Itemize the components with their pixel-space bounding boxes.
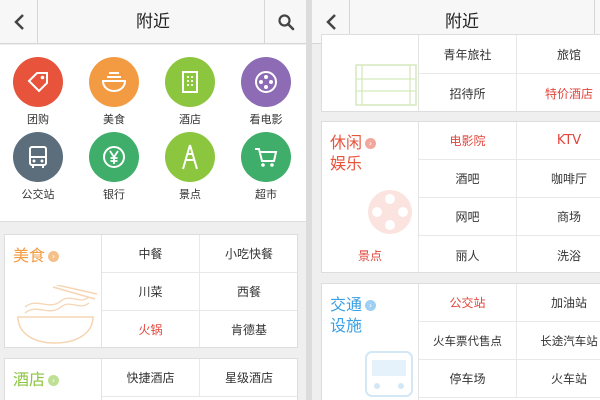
transport-item-gas-station[interactable]: 加油站 (517, 284, 600, 322)
category-label: 美食 (103, 113, 125, 126)
bus-icon (13, 132, 63, 182)
chevron-right-icon: › (365, 300, 377, 311)
section-title-text: 美食 (13, 246, 46, 265)
tag-icon (13, 57, 63, 107)
transport-item-coach-station[interactable]: 长途汽车站 (517, 322, 600, 360)
category-label: 银行 (103, 188, 125, 201)
transport-header[interactable]: 交通 › 设施 (322, 284, 419, 400)
bed-icon (355, 64, 417, 106)
category-label: 团购 (27, 113, 49, 126)
section-title: 交通 › 设施 (330, 294, 377, 336)
leisure-item-beauty[interactable]: 丽人 (419, 236, 517, 272)
food-item-snack[interactable]: 小吃快餐 (200, 235, 297, 273)
right-screen: 附近 青年旅社 旅馆 招待所 特价酒店 休闲 › 娱乐 电影院 KTV 酒吧 咖… (312, 0, 600, 400)
chevron-right-icon: › (365, 138, 377, 149)
transport-section: 交通 › 设施 公交站 加油站 火车票代售点 长途汽车站 停车场 火车站 (321, 283, 600, 400)
chevron-right-icon: › (48, 251, 60, 262)
section-title-line2: 娱乐 (330, 154, 363, 173)
leisure-item-cafe[interactable]: 咖啡厅 (517, 160, 600, 198)
food-item-sichuan[interactable]: 川菜 (102, 273, 200, 311)
noodle-bowl-icon (17, 285, 98, 344)
category-label: 景点 (179, 188, 201, 201)
leisure-item-mall[interactable]: 商场 (517, 198, 600, 236)
left-screen: 附近 团购 美食 酒店 看电影 公交站 银行 景点 超市 美食 › 中餐 小吃快… (0, 0, 306, 400)
category-hotel[interactable]: 酒店 (152, 57, 228, 127)
category-supermarket[interactable]: 超市 (228, 132, 304, 202)
category-label: 酒店 (179, 113, 201, 126)
leisure-item-ktv[interactable]: KTV (517, 122, 600, 160)
cart-icon (241, 132, 291, 182)
section-title-text: 酒店 (13, 370, 46, 389)
film-reel-icon (241, 57, 291, 107)
transport-item-ticket-agency[interactable]: 火车票代售点 (419, 322, 517, 360)
hotel-more-section: 青年旅社 旅馆 招待所 特价酒店 (321, 34, 600, 112)
leisure-section: 休闲 › 娱乐 电影院 KTV 酒吧 咖啡厅 网吧 商场 景点 丽人 洗浴 (321, 121, 600, 273)
section-title-line1: 交通 (330, 295, 363, 314)
category-label: 看电影 (249, 113, 283, 126)
category-bank[interactable]: 银行 (76, 132, 152, 202)
food-section: 美食 › 中餐 小吃快餐 川菜 西餐 火锅 肯德基 (4, 234, 298, 348)
bowl-icon (89, 57, 139, 107)
category-bus-stop[interactable]: 公交站 (0, 132, 76, 202)
hotel-item-guesthouse[interactable]: 招待所 (419, 74, 517, 111)
leisure-item-bath[interactable]: 洗浴 (517, 236, 600, 272)
bus-icon (365, 351, 413, 397)
hotel-section: 酒店 › 快捷酒店 星级酒店 (4, 358, 298, 400)
leisure-item-bar[interactable]: 酒吧 (419, 160, 517, 198)
page-title: 附近 (136, 12, 170, 32)
yen-icon (89, 132, 139, 182)
leisure-item-netcafe[interactable]: 网吧 (419, 198, 517, 236)
hotel-icon (165, 57, 215, 107)
hotel-item-inn[interactable]: 旅馆 (517, 35, 600, 74)
transport-item-bus-stop[interactable]: 公交站 (419, 284, 517, 322)
category-group-buy[interactable]: 团购 (0, 57, 76, 127)
hotel-item-star[interactable]: 星级酒店 (200, 359, 297, 397)
search-button[interactable] (264, 0, 306, 44)
section-title-line2: 设施 (330, 316, 363, 335)
section-title: 休闲 › 娱乐 (330, 132, 377, 174)
hotel-more-header[interactable] (322, 35, 419, 111)
category-label: 超市 (255, 188, 277, 201)
food-item-kfc[interactable]: 肯德基 (200, 311, 297, 347)
transport-item-train-station[interactable]: 火车站 (517, 360, 600, 398)
section-title: 酒店 › (13, 369, 60, 390)
section-title: 美食 › (13, 245, 60, 266)
food-item-hotpot[interactable]: 火锅 (102, 311, 200, 347)
hotel-header[interactable]: 酒店 › (5, 359, 102, 400)
search-icon (277, 14, 294, 31)
leisure-item-cinema[interactable]: 电影院 (419, 122, 517, 160)
category-attractions[interactable]: 景点 (152, 132, 228, 202)
tower-icon (165, 132, 215, 182)
category-movie[interactable]: 看电影 (228, 57, 304, 127)
category-food[interactable]: 美食 (76, 57, 152, 127)
food-header[interactable]: 美食 › (5, 235, 102, 347)
chevron-right-icon: › (48, 375, 60, 386)
film-reel-icon (368, 190, 412, 234)
food-item-western[interactable]: 西餐 (200, 273, 297, 311)
hotel-item-hostel[interactable]: 青年旅社 (419, 35, 517, 74)
hotel-item-discount[interactable]: 特价酒店 (517, 74, 600, 111)
transport-item-parking[interactable]: 停车场 (419, 360, 517, 398)
category-label: 公交站 (21, 188, 55, 201)
category-icon-grid: 团购 美食 酒店 看电影 公交站 银行 景点 超市 (0, 45, 306, 263)
leisure-item-attraction[interactable]: 景点 (322, 236, 419, 272)
hotel-item-budget[interactable]: 快捷酒店 (102, 359, 200, 397)
top-bar: 附近 (0, 0, 306, 44)
food-item-chinese[interactable]: 中餐 (102, 235, 200, 273)
section-title-line1: 休闲 (330, 133, 363, 152)
